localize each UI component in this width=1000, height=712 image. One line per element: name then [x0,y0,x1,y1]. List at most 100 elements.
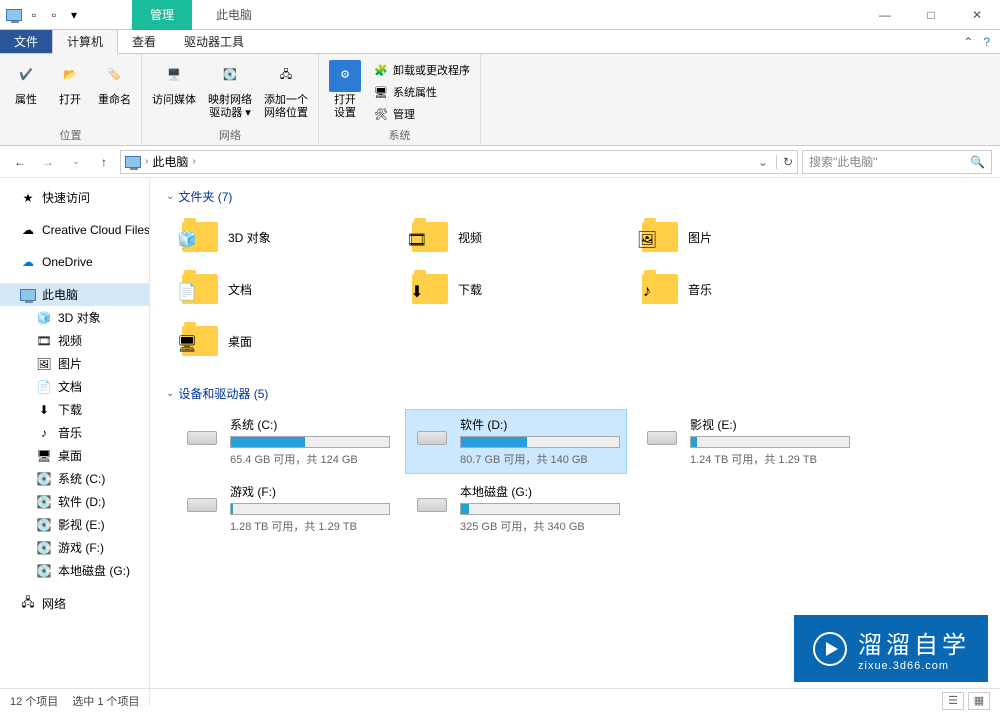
sidebar-onedrive[interactable]: ☁OneDrive [0,251,149,273]
minimize-button[interactable]: — [862,0,908,30]
ribbon-tabs: 文件 计算机 查看 驱动器工具 ⌃ ? [0,30,1000,54]
view-icons-button[interactable]: ▦ [968,692,990,710]
section-drives-header[interactable]: ⌄ 设备和驱动器 (5) [166,385,984,402]
open-settings-button[interactable]: ⚙打开 设置 [325,56,365,127]
document-icon: 📄 [36,379,52,395]
forward-button[interactable]: → [36,150,60,174]
qat-2[interactable]: ▫ [46,7,62,23]
folder-label: 音乐 [688,281,712,298]
qat-1[interactable]: ▫ [26,7,42,23]
sidebar-network[interactable]: 🖧网络 [0,592,149,615]
up-button[interactable]: ↑ [92,150,116,174]
drive-free-text: 1.24 TB 可用，共 1.29 TB [690,451,850,467]
system-properties-button[interactable]: 🖥系统属性 [369,82,474,102]
drive-icon [412,483,452,523]
onedrive-icon: ☁ [20,254,36,270]
open-button[interactable]: 📂打开 [50,56,90,127]
sidebar-this-pc[interactable]: 此电脑 [0,283,149,306]
app-icon [6,7,22,23]
section-folders-header[interactable]: ⌄ 文件夹 (7) [166,188,984,205]
ribbon-collapse-icon[interactable]: ⌃ [963,35,973,49]
drive-item[interactable]: 影视 (E:) 1.24 TB 可用，共 1.29 TB [636,410,856,473]
sidebar-documents[interactable]: 📄文档 [0,375,149,398]
navbar: ← → ⌄ ↑ › 此电脑 › ⌄ ↻ 搜索"此电脑" 🔍 [0,146,1000,178]
media-icon: 🖥️ [158,60,190,92]
tab-drivetools[interactable]: 驱动器工具 [170,30,258,53]
search-input[interactable]: 搜索"此电脑" 🔍 [802,150,992,174]
drive-item[interactable]: 本地磁盘 (G:) 325 GB 可用，共 340 GB [406,477,626,540]
breadcrumb-thispc[interactable]: 此电脑 [152,153,188,170]
uninstall-button[interactable]: 🧩卸载或更改程序 [369,60,474,80]
drive-item[interactable]: 软件 (D:) 80.7 GB 可用，共 140 GB [406,410,626,473]
sidebar-videos[interactable]: 🎞视频 [0,329,149,352]
folder-item[interactable]: 🧊3D 对象 [176,213,366,261]
sidebar-drive-f[interactable]: 💽游戏 (F:) [0,536,149,559]
drive-icon [412,416,452,456]
status-selected: 选中 1 个项目 [72,693,139,709]
folder-icon: ♪ [640,269,680,309]
sidebar-creative-cloud[interactable]: ☁Creative Cloud Files [0,219,149,241]
drive-usage-bar [460,503,620,515]
sidebar-drive-c[interactable]: 💽系统 (C:) [0,467,149,490]
folder-item[interactable]: 🖥桌面 [176,317,366,365]
address-dropdown-icon[interactable]: ⌄ [758,155,768,169]
cloud-icon: ☁ [20,222,36,238]
sidebar-desktop[interactable]: 🖥桌面 [0,444,149,467]
drive-icon [182,416,222,456]
folder-item[interactable]: 🖼图片 [636,213,826,261]
map-drive-button[interactable]: 💽映射网络 驱动器 ▾ [204,56,256,127]
folder-icon: 📄 [180,269,220,309]
sidebar-quick-access[interactable]: ★快速访问 [0,186,149,209]
maximize-button[interactable]: □ [908,0,954,30]
tab-computer[interactable]: 计算机 [52,30,118,54]
video-icon: 🎞 [36,333,52,349]
sidebar-drive-d[interactable]: 💽软件 (D:) [0,490,149,513]
folder-icon: ⬇ [410,269,450,309]
address-bar[interactable]: › 此电脑 › ⌄ ↻ [120,150,798,174]
drive-usage-bar [230,436,390,448]
drive-label: 本地磁盘 (G:) [460,483,620,500]
rename-button[interactable]: 🏷️重命名 [94,56,135,127]
pc-icon [20,287,36,303]
properties-button[interactable]: ✔️属性 [6,56,46,127]
mapdrive-icon: 💽 [214,60,246,92]
close-button[interactable]: ✕ [954,0,1000,30]
refresh-button[interactable]: ↻ [776,155,793,169]
sidebar-pictures[interactable]: 🖼图片 [0,352,149,375]
chevron-icon[interactable]: › [145,156,148,167]
sidebar-3d-objects[interactable]: 🧊3D 对象 [0,306,149,329]
folder-icon: 🎞 [410,217,450,257]
network-icon: 🖧 [20,596,36,612]
sidebar-music[interactable]: ♪音乐 [0,421,149,444]
qat-dropdown[interactable]: ▾ [66,7,82,23]
drive-label: 软件 (D:) [460,416,620,433]
back-button[interactable]: ← [8,150,32,174]
view-details-button[interactable]: ☰ [942,692,964,710]
chevron-icon[interactable]: › [192,156,195,167]
folder-label: 图片 [688,229,712,246]
titlebar: ▫ ▫ ▾ 管理 此电脑 — □ ✕ [0,0,1000,30]
manage-button[interactable]: 🛠管理 [369,104,474,124]
drive-label: 影视 (E:) [690,416,850,433]
folder-item[interactable]: ♪ 音乐 [636,265,826,313]
tab-view[interactable]: 查看 [118,30,170,53]
tab-file[interactable]: 文件 [0,30,52,53]
drive-item[interactable]: 系统 (C:) 65.4 GB 可用，共 124 GB [176,410,396,473]
history-dropdown[interactable]: ⌄ [64,150,88,174]
drive-icon [182,483,222,523]
drive-free-text: 80.7 GB 可用，共 140 GB [460,451,620,467]
add-network-location-button[interactable]: 🖧添加一个 网络位置 [260,56,312,127]
help-icon[interactable]: ? [983,35,990,49]
folder-item[interactable]: 🎞视频 [406,213,596,261]
folder-label: 下载 [458,281,482,298]
drive-item[interactable]: 游戏 (F:) 1.28 TB 可用，共 1.29 TB [176,477,396,540]
sidebar-drive-g[interactable]: 💽本地磁盘 (G:) [0,559,149,582]
drive-free-text: 1.28 TB 可用，共 1.29 TB [230,518,390,534]
sidebar-drive-e[interactable]: 💽影视 (E:) [0,513,149,536]
folder-item[interactable]: ⬇ 下载 [406,265,596,313]
folder-item[interactable]: 📄文档 [176,265,366,313]
sidebar-downloads[interactable]: ⬇下载 [0,398,149,421]
drive-label: 游戏 (F:) [230,483,390,500]
access-media-button[interactable]: 🖥️访问媒体 [148,56,200,127]
desktop-icon: 🖥 [36,448,52,464]
